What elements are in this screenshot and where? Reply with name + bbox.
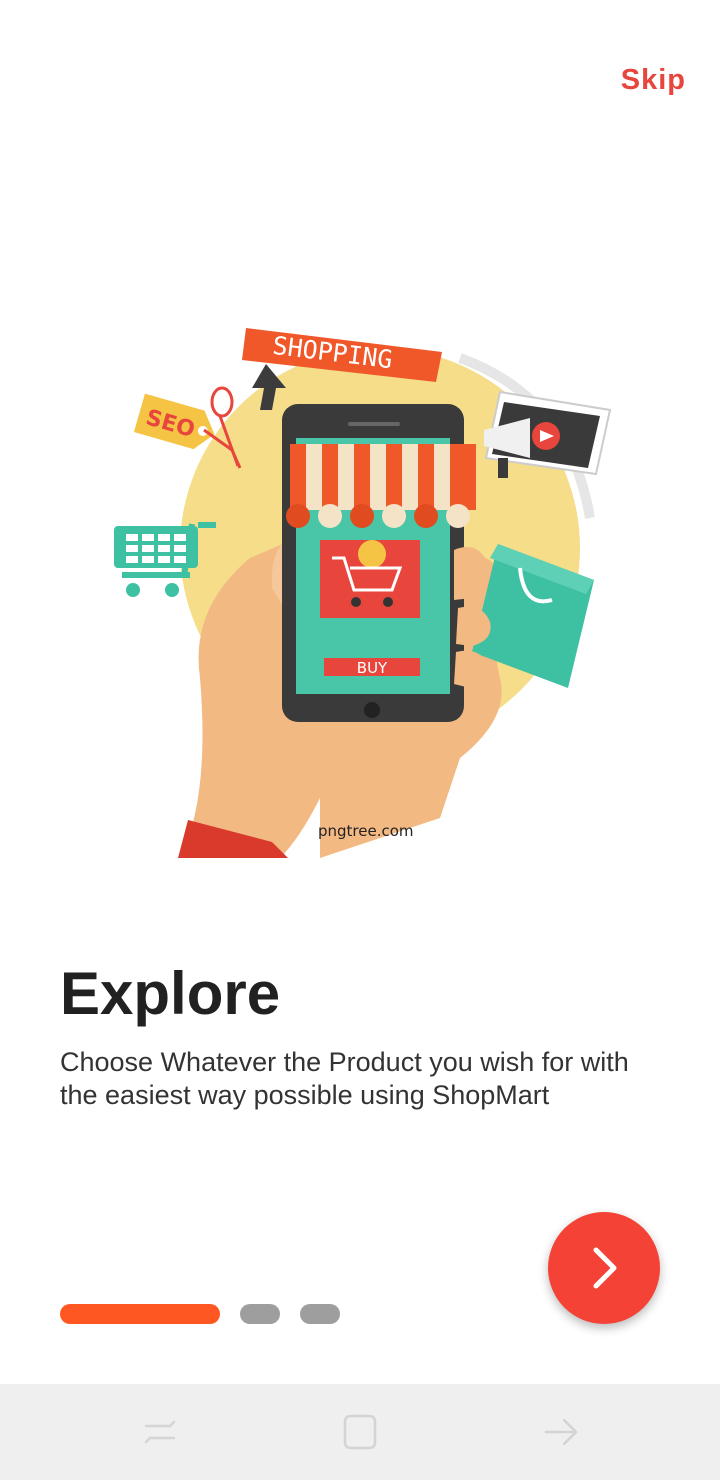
seo-tag: SEO [133, 393, 215, 450]
page-title: Explore [60, 960, 281, 1027]
home-icon[interactable] [340, 1412, 380, 1452]
onboarding-illustration: SHOPPING SEO BUY pngtree.com [100, 318, 620, 858]
chevron-right-icon [593, 1247, 617, 1289]
watermark-text: pngtree.com [318, 822, 414, 840]
shopping-illustration-image: SHOPPING SEO BUY pngtree.com [114, 328, 612, 858]
page-indicator-dot[interactable] [300, 1304, 340, 1324]
page-description: Choose Whatever the Product you wish for… [60, 1047, 629, 1110]
page-indicator-dot-active[interactable] [60, 1304, 220, 1324]
phone-image: BUY [282, 404, 476, 722]
megaphone-screen-icon [484, 390, 612, 478]
skip-button[interactable]: Skip [621, 64, 686, 97]
next-button[interactable] [548, 1212, 660, 1324]
buy-label: BUY [357, 659, 388, 677]
back-icon[interactable] [542, 1412, 582, 1452]
recents-icon[interactable] [140, 1412, 180, 1452]
page-indicator-dot[interactable] [240, 1304, 280, 1324]
system-nav-bar [0, 1384, 720, 1480]
